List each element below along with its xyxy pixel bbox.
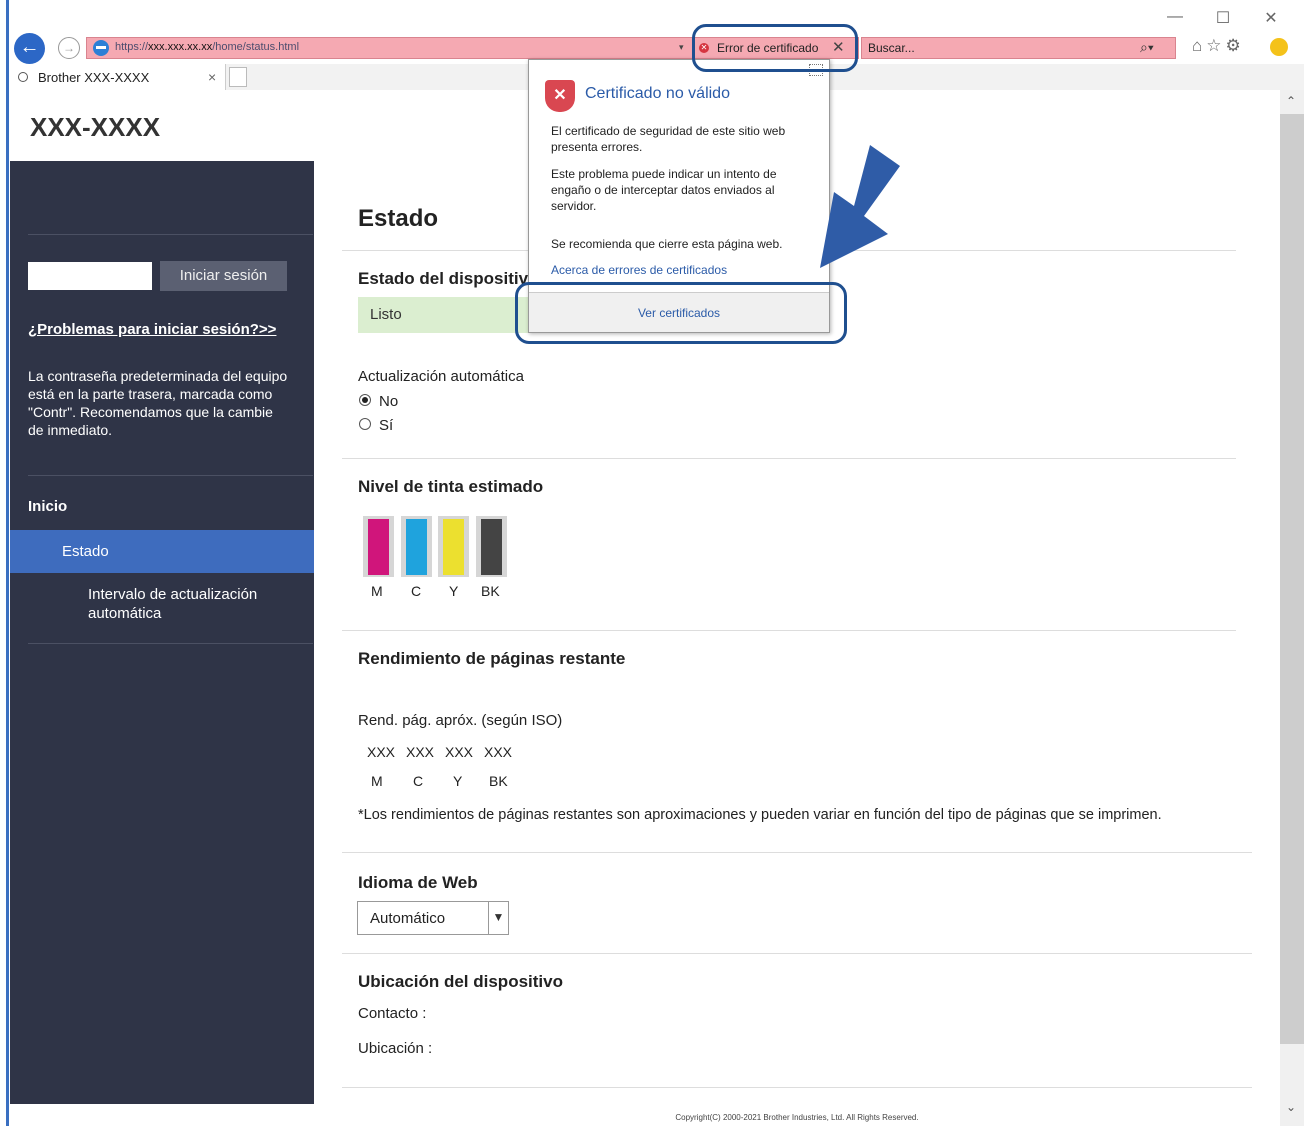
footer: Copyright(C) 2000-2021 Brother Industrie… bbox=[314, 1104, 1280, 1126]
footer-left bbox=[10, 1104, 314, 1126]
vertical-scrollbar[interactable]: ⌃ ⌄ bbox=[1280, 90, 1304, 1126]
nav-status[interactable]: Estado bbox=[10, 530, 314, 573]
tab-brother[interactable]: Brother XXX-XXXX × bbox=[10, 64, 226, 90]
location-heading: Ubicación del dispositivo bbox=[358, 972, 563, 991]
ink-label: M bbox=[371, 583, 383, 599]
login-trouble-link[interactable]: ¿Problemas para iniciar sesión?>> bbox=[28, 321, 276, 338]
yield-color: M bbox=[371, 773, 383, 789]
divider bbox=[28, 475, 313, 476]
language-heading: Idioma de Web bbox=[358, 873, 478, 892]
location-label: Ubicación : bbox=[358, 1040, 433, 1057]
popup-text: Este problema puede indicar un intento d… bbox=[551, 167, 777, 213]
password-note: La contraseña predeterminada del equipo … bbox=[28, 368, 288, 438]
popup-text: El certificado de seguridad de este siti… bbox=[551, 124, 786, 154]
ink-label: Y bbox=[449, 583, 459, 599]
nav-update-interval[interactable]: Intervalo de actualización automática bbox=[88, 585, 288, 623]
popup-text: Se recomienda que cierre esta página web… bbox=[551, 237, 783, 251]
home-icon[interactable]: ⌂ bbox=[1192, 36, 1206, 55]
yield-note: *Los rendimientos de páginas restantes s… bbox=[358, 807, 1162, 823]
tab-title: Brother XXX-XXXX bbox=[38, 70, 150, 85]
shield-error-icon bbox=[545, 80, 575, 112]
divider bbox=[342, 458, 1236, 459]
scrollbar-thumb[interactable] bbox=[1280, 114, 1304, 1044]
radio-yes-label: Sí bbox=[379, 417, 394, 434]
ink-level-heading: Nivel de tinta estimado bbox=[358, 477, 544, 496]
yield-color: C bbox=[413, 773, 424, 789]
yield-heading: Rendimiento de páginas restante bbox=[358, 649, 626, 668]
close-window-icon[interactable]: ✕ bbox=[1256, 8, 1286, 28]
search-box[interactable]: Buscar... ⌕▾ bbox=[861, 37, 1176, 59]
highlight-ring-view-cert bbox=[515, 282, 847, 344]
language-select[interactable]: Automático ▼ bbox=[357, 901, 509, 935]
browser-window: — ☐ ✕ ← → https://xxx.xxx.xx.xx/home/sta… bbox=[0, 0, 1304, 1126]
yield-color: Y bbox=[453, 773, 463, 789]
favorites-star-icon[interactable]: ☆ bbox=[1206, 36, 1225, 55]
cert-errors-link[interactable]: Acerca de errores de certificados bbox=[551, 263, 727, 277]
divider bbox=[342, 953, 1252, 954]
settings-gear-icon[interactable]: ⚙ bbox=[1226, 36, 1245, 55]
scroll-down-icon[interactable]: ⌄ bbox=[1286, 1100, 1296, 1114]
login-button[interactable]: Iniciar sesión bbox=[160, 261, 287, 291]
highlight-ring-cert-error bbox=[692, 24, 858, 72]
auto-update-label: Actualización automática bbox=[358, 368, 524, 385]
ink-cartridge-c bbox=[401, 516, 432, 577]
search-icon[interactable]: ⌕▾ bbox=[1140, 39, 1154, 56]
popup-title: Certificado no válido bbox=[585, 85, 730, 102]
ink-cartridge-bk bbox=[476, 516, 507, 577]
minimize-icon[interactable]: — bbox=[1160, 8, 1190, 26]
device-status-value: Listo bbox=[358, 297, 538, 333]
ink-label: C bbox=[411, 583, 422, 599]
divider bbox=[28, 234, 313, 235]
yield-label: Rend. pág. apróx. (según ISO) bbox=[358, 712, 563, 729]
back-button[interactable]: ← bbox=[14, 33, 45, 64]
chevron-down-icon[interactable]: ▼ bbox=[488, 902, 508, 934]
feedback-smiley-icon[interactable] bbox=[1270, 38, 1288, 56]
forward-button[interactable]: → bbox=[58, 37, 80, 59]
page-title: Estado bbox=[358, 205, 439, 232]
divider bbox=[28, 643, 313, 644]
nav-status-label: Estado bbox=[62, 543, 109, 560]
close-tab-icon[interactable]: × bbox=[208, 69, 216, 85]
address-url[interactable]: https://xxx.xxx.xx.xx/home/status.html bbox=[115, 41, 299, 53]
divider bbox=[342, 852, 1252, 853]
model-name: XXX-XXXX bbox=[30, 112, 161, 142]
ink-label: BK bbox=[481, 583, 500, 599]
window-edge bbox=[0, 0, 10, 1126]
new-tab-button[interactable] bbox=[229, 67, 247, 87]
radio-no[interactable] bbox=[359, 394, 371, 406]
yield-color: BK bbox=[489, 773, 508, 789]
yield-value: XXX bbox=[406, 744, 435, 760]
yield-value: XXX bbox=[367, 744, 396, 760]
pointer-arrow-icon bbox=[820, 145, 900, 268]
search-input[interactable]: Buscar... bbox=[868, 41, 915, 55]
divider bbox=[342, 1087, 1252, 1088]
maximize-icon[interactable]: ☐ bbox=[1208, 8, 1238, 28]
radio-no-label: No bbox=[379, 393, 399, 410]
device-status-heading: Estado del dispositiv bbox=[358, 269, 529, 288]
yield-value: XXX bbox=[484, 744, 513, 760]
loading-icon bbox=[18, 72, 28, 82]
divider bbox=[342, 630, 1236, 631]
ink-cartridge-y bbox=[438, 516, 469, 577]
language-select-value: Automático bbox=[370, 910, 446, 927]
toolbar-icons[interactable]: ⌂☆⚙ bbox=[1192, 36, 1245, 56]
password-input[interactable] bbox=[28, 262, 152, 290]
radio-yes[interactable] bbox=[359, 418, 371, 430]
ink-cartridge-m bbox=[363, 516, 394, 577]
contact-label: Contacto : bbox=[358, 1005, 427, 1022]
sidebar: Iniciar sesión ¿Problemas para iniciar s… bbox=[10, 161, 314, 1104]
scroll-up-icon[interactable]: ⌃ bbox=[1286, 94, 1296, 108]
nav-home[interactable]: Inicio bbox=[28, 498, 67, 515]
address-dropdown-icon[interactable]: ▾ bbox=[679, 42, 684, 53]
yield-value: XXX bbox=[445, 744, 474, 760]
ie-logo-icon bbox=[93, 40, 109, 56]
